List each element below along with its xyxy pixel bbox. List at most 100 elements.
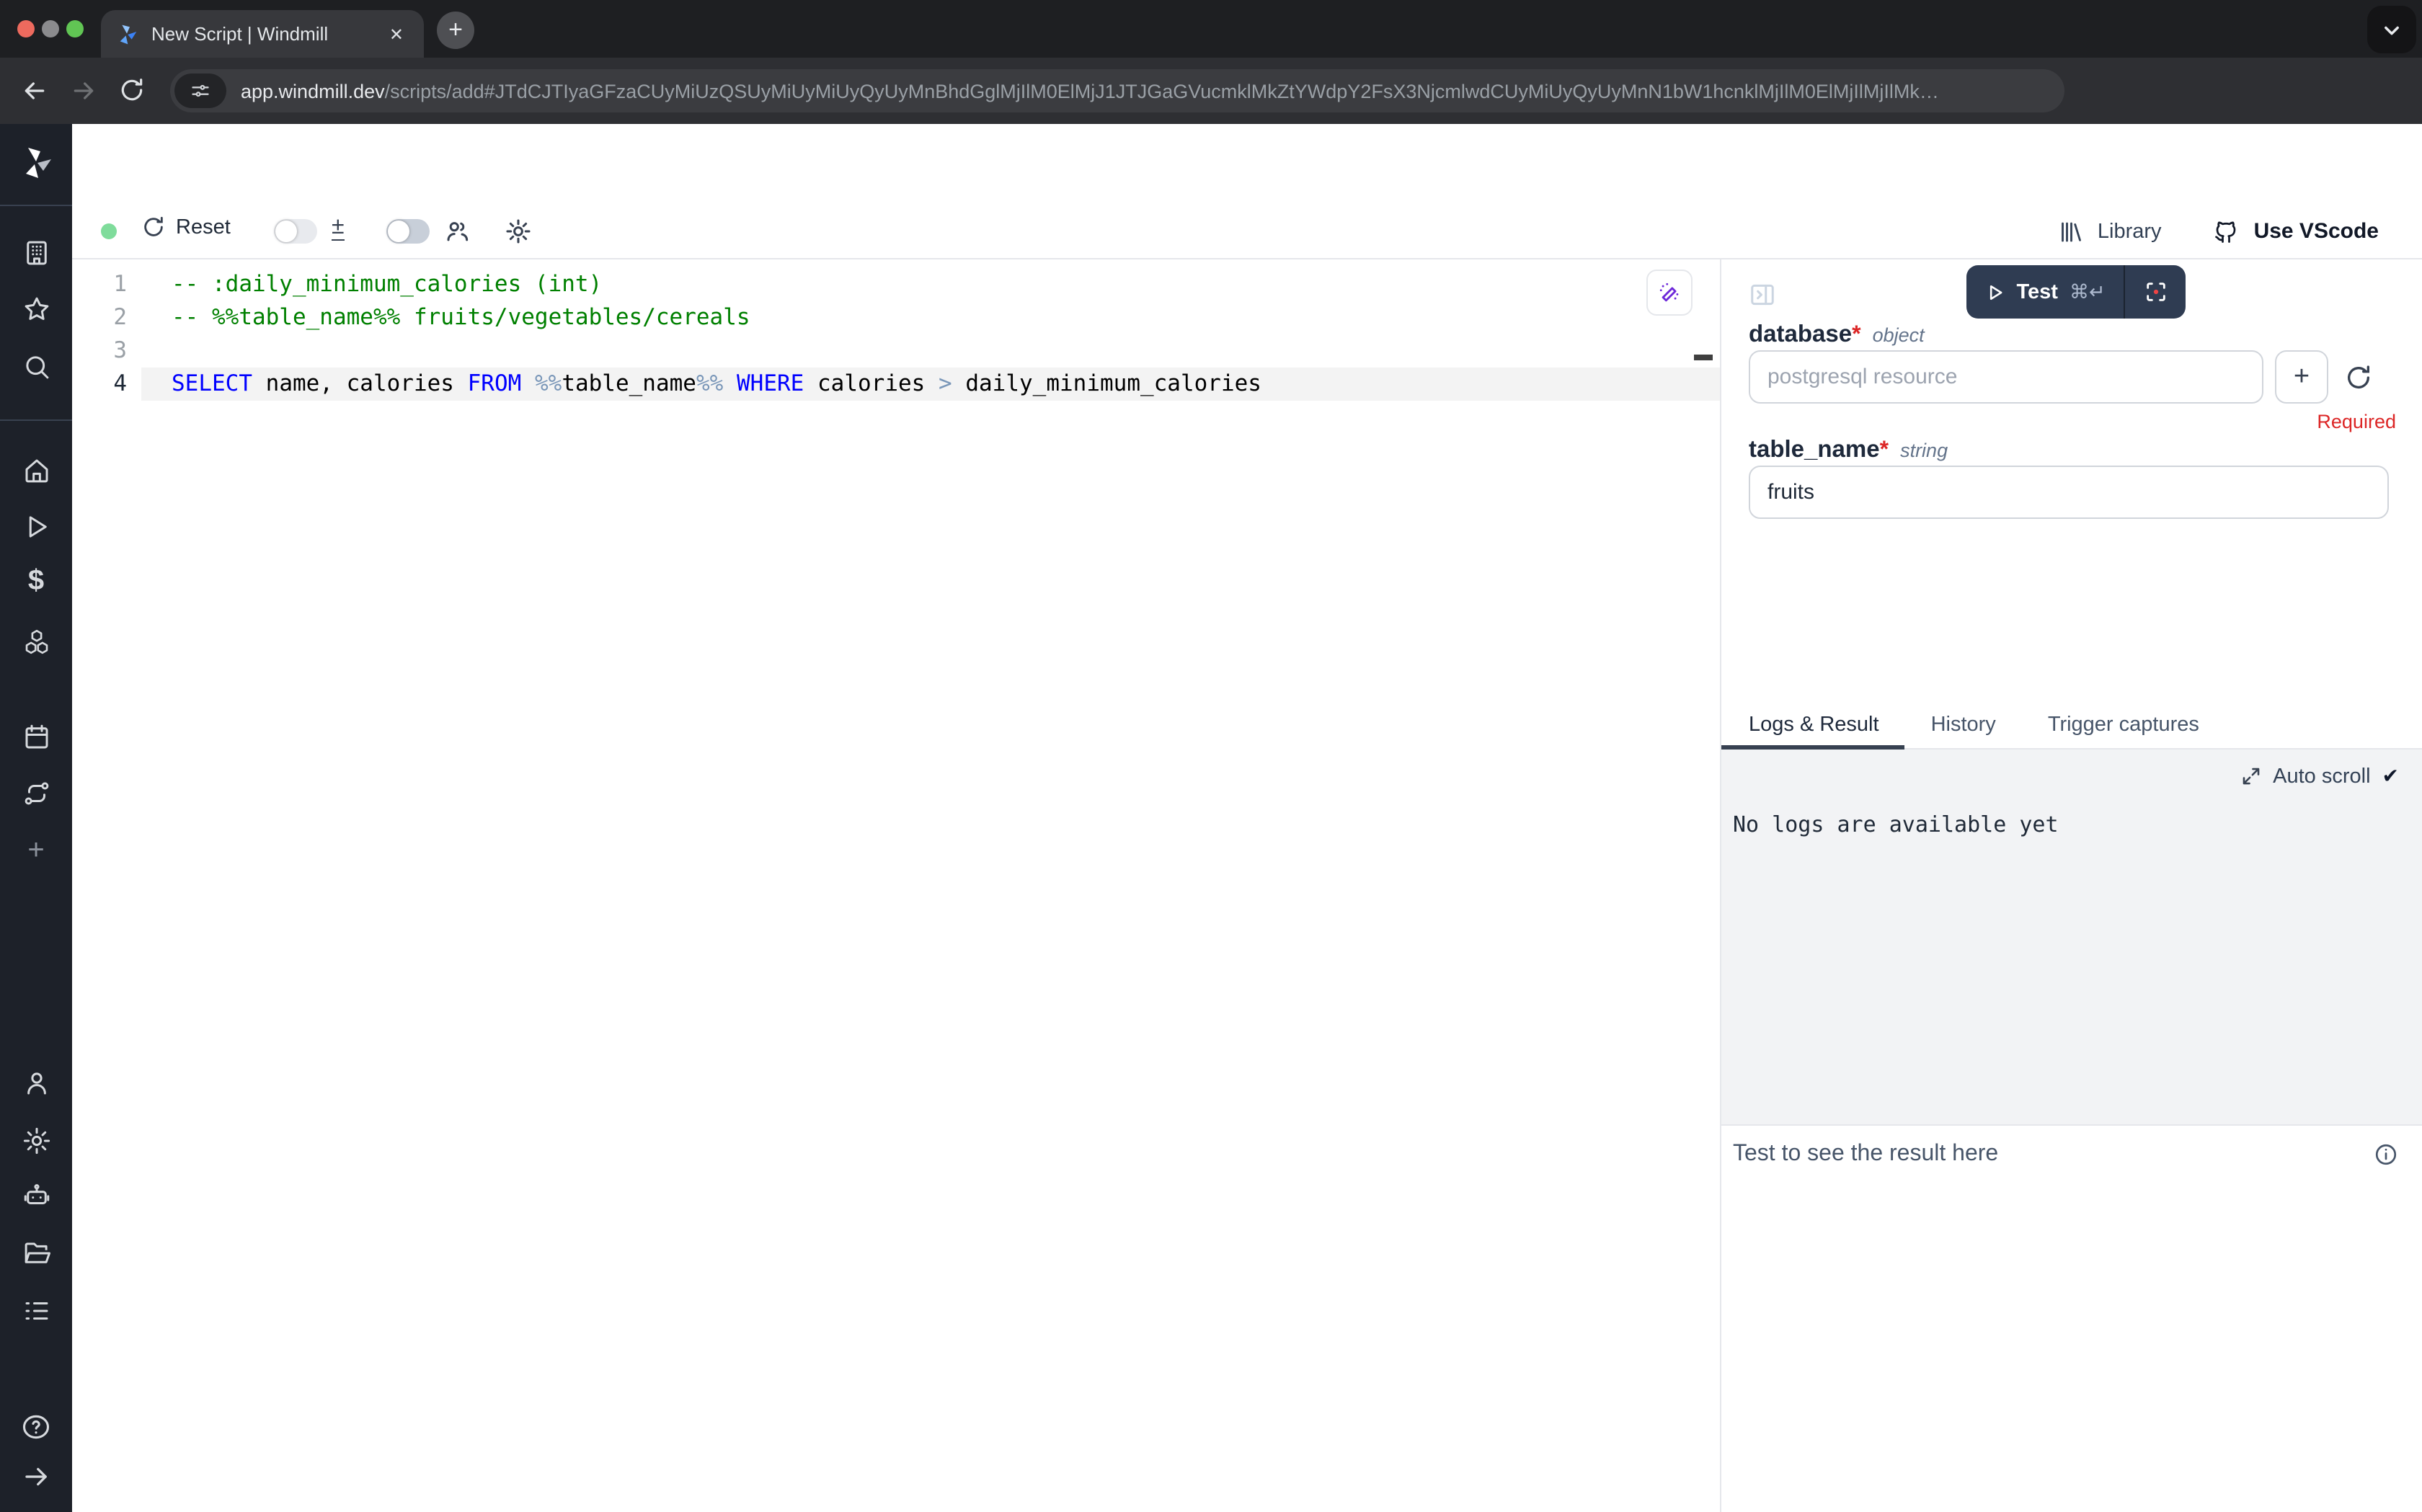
sidebar-item-home-icon[interactable]	[0, 455, 72, 486]
field-name: database	[1749, 321, 1852, 347]
library-button[interactable]: Library	[2098, 220, 2162, 243]
users-icon[interactable]	[444, 218, 471, 245]
code-editor[interactable]: 1-- :daily_minimum_calories (int)2-- %%t…	[72, 259, 1720, 1512]
panel-tabs: Logs & Result History Trigger captures	[1721, 705, 2422, 750]
forward-icon[interactable]	[69, 76, 98, 105]
tab-search-button[interactable]	[2367, 6, 2416, 53]
sidebar-item-audit-logs-icon[interactable]	[0, 1296, 72, 1326]
code-line[interactable]: 1-- :daily_minimum_calories (int)	[72, 268, 1720, 301]
editor-overview-marker	[1694, 355, 1713, 360]
code-line[interactable]: 4SELECT name, calories FROM %%table_name…	[72, 368, 1720, 401]
line-number: 1	[72, 268, 127, 301]
refresh-icon	[141, 215, 166, 239]
chevron-down-icon	[2382, 19, 2402, 40]
reset-label: Reset	[176, 215, 231, 239]
check-icon: ✔	[2382, 764, 2399, 788]
browser-tabstrip: New Script | Windmill ✕ +	[0, 0, 2422, 58]
tab-logs-result[interactable]: Logs & Result	[1721, 705, 1905, 748]
browser-toolbar: app.windmill.dev/scripts/add#JTdCJTIyaGF…	[0, 58, 2422, 124]
github-icon	[2214, 218, 2240, 244]
test-shortcut: ⌘↵	[2070, 280, 2106, 303]
test-panel: Test ⌘↵ database* object + Required tabl…	[1720, 259, 2422, 1512]
reload-icon[interactable]	[118, 76, 147, 105]
capture-test-button[interactable]	[2125, 265, 2186, 319]
sidebar-item-variables-icon[interactable]: $	[0, 565, 72, 598]
test-button-group: Test ⌘↵	[1966, 265, 2186, 319]
tab-history[interactable]: History	[1905, 705, 2022, 748]
sidebar-item-help-icon[interactable]	[0, 1411, 72, 1443]
code-line[interactable]: 2-- %%table_name%% fruits/vegetables/cer…	[72, 301, 1720, 334]
sidebar-item-resources-icon[interactable]	[0, 627, 72, 657]
url-bar[interactable]: app.windmill.dev/scripts/add#JTdCJTIyaGF…	[170, 69, 2064, 112]
tab-trigger-captures[interactable]: Trigger captures	[2022, 705, 2225, 748]
autoscroll-label[interactable]: Auto scroll	[2273, 765, 2370, 788]
url-text: app.windmill.dev/scripts/add#JTdCJTIyaGF…	[241, 80, 1939, 102]
field-name: table_name	[1749, 437, 1880, 463]
database-field-label: database* object	[1749, 321, 1925, 349]
windmill-favicon	[115, 22, 138, 45]
url-host: app.windmill.dev	[241, 80, 385, 102]
sidebar-item-settings-gear-icon[interactable]	[0, 1126, 72, 1156]
line-number: 2	[72, 301, 127, 334]
tab-title: New Script | Windmill	[151, 23, 383, 45]
expand-icon[interactable]	[2240, 765, 2261, 787]
reset-button[interactable]: Reset	[141, 215, 231, 239]
required-asterisk: *	[1880, 438, 1889, 463]
collapse-panel-icon[interactable]	[1749, 281, 1776, 308]
magic-wand-icon	[1657, 280, 1682, 305]
info-icon[interactable]	[2373, 1142, 2399, 1168]
toggle-collab[interactable]	[386, 219, 430, 244]
required-error: Required	[2317, 411, 2396, 432]
editor-settings-gear-icon[interactable]	[505, 218, 532, 245]
windmill-logo[interactable]	[0, 146, 72, 180]
sidebar-item-workers-icon[interactable]	[0, 1180, 72, 1211]
field-type: object	[1873, 324, 1925, 346]
new-tab-button[interactable]: +	[437, 12, 474, 49]
window-close-button[interactable]	[17, 20, 35, 37]
play-icon	[1984, 282, 2005, 302]
test-button[interactable]: Test ⌘↵	[1966, 265, 2124, 319]
table-name-input[interactable]	[1749, 466, 2389, 519]
sidebar-divider	[0, 205, 72, 206]
window-zoom-button[interactable]	[66, 20, 84, 37]
back-icon[interactable]	[20, 76, 49, 105]
sidebar-item-triggers-icon[interactable]	[0, 778, 72, 809]
windmill-app: New Script | Windmill ✕ + app.windmill.d…	[0, 0, 2422, 1512]
sidebar-item-add-icon[interactable]: +	[0, 835, 72, 868]
app-sidebar: $ +	[0, 124, 72, 1512]
sidebar-item-schedules-icon[interactable]	[0, 722, 72, 752]
result-area: Test to see the result here	[1721, 1124, 2422, 1512]
browser-tab[interactable]: New Script | Windmill ✕	[101, 10, 424, 58]
status-dot	[101, 223, 117, 239]
sidebar-item-users-icon[interactable]	[0, 1068, 72, 1098]
window-minimize-button[interactable]	[42, 20, 59, 37]
add-resource-button[interactable]: +	[2275, 350, 2328, 404]
code-lines[interactable]: 1-- :daily_minimum_calories (int)2-- %%t…	[72, 268, 1720, 401]
sidebar-item-search-icon[interactable]	[0, 352, 72, 382]
site-settings-icon[interactable]	[174, 74, 226, 108]
ai-assistant-button[interactable]	[1646, 270, 1693, 316]
table-name-field-label: table_name* string	[1749, 437, 1948, 464]
autoscroll-control[interactable]: Auto scroll ✔	[2240, 764, 2399, 788]
sidebar-item-workspace[interactable]	[0, 238, 72, 268]
sidebar-divider	[0, 419, 72, 421]
logs-area: Auto scroll ✔ No logs are available yet	[1721, 750, 2422, 1124]
sidebar-item-runs-icon[interactable]	[0, 512, 72, 542]
toggle-editor-option[interactable]	[274, 219, 317, 244]
use-vscode-button[interactable]: Use VScode	[2254, 219, 2379, 244]
test-label: Test	[2016, 280, 2058, 303]
sidebar-expand-arrow-icon[interactable]	[0, 1462, 72, 1492]
sidebar-item-favorites-star-icon[interactable]	[0, 294, 72, 324]
field-type: string	[1900, 440, 1948, 461]
diff-icon[interactable]: ±	[332, 215, 345, 241]
line-number: 3	[72, 334, 127, 368]
code-line[interactable]: 3	[72, 334, 1720, 368]
tab-close-icon[interactable]: ✕	[383, 21, 409, 47]
refresh-resource-icon[interactable]	[2344, 363, 2373, 392]
url-path: /scripts/add#JTdCJTIyaGFzaCUyMiUzQSUyMiU…	[385, 80, 1939, 102]
sidebar-item-folders-icon[interactable]	[0, 1238, 72, 1268]
no-logs-message: No logs are available yet	[1733, 811, 2059, 837]
database-input[interactable]	[1749, 350, 2263, 404]
script-header: Path u/henri/magical_script Settings Dra…	[0, 124, 2422, 205]
result-placeholder: Test to see the result here	[1733, 1142, 1998, 1168]
